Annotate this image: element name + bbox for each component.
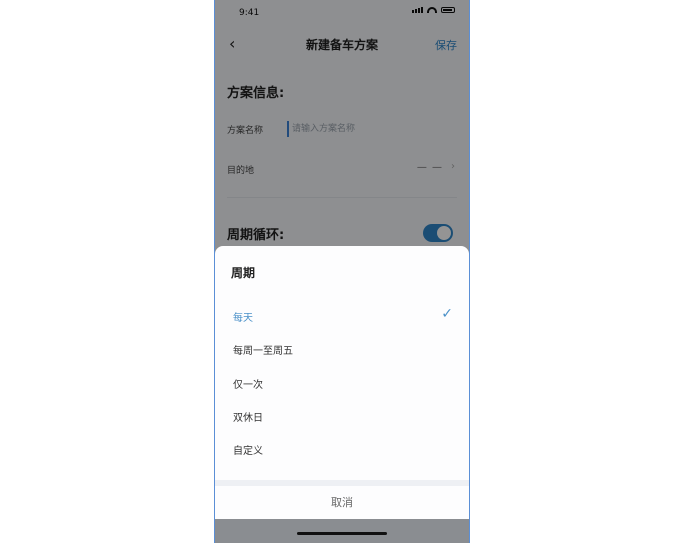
option-custom[interactable]: 自定义 (215, 434, 469, 464)
bottom-safe-area (215, 519, 469, 543)
option-once[interactable]: 仅一次 (215, 368, 469, 398)
option-label: 每周一至周五 (233, 346, 293, 357)
cancel-label: 取消 (331, 496, 353, 509)
home-indicator[interactable] (297, 532, 387, 535)
sheet-title: 周期 (231, 266, 256, 280)
phone-screen: 9:41 ‹ 新建备车方案 保存 方案信息: 方案名称 目的地 — — › 周期… (214, 0, 470, 543)
period-action-sheet: 周期 每天 ✓ 每周一至周五 仅一次 双休日 自定义 (215, 246, 469, 480)
cancel-button[interactable]: 取消 (215, 486, 469, 522)
option-label: 自定义 (233, 446, 263, 457)
option-daily[interactable]: 每天 ✓ (215, 301, 469, 331)
option-label: 双休日 (233, 413, 263, 424)
checkmark-icon: ✓ (441, 306, 453, 322)
option-label: 仅一次 (233, 380, 263, 391)
option-weekdays[interactable]: 每周一至周五 (215, 334, 469, 364)
option-label: 每天 (233, 313, 253, 324)
option-weekends[interactable]: 双休日 (215, 401, 469, 431)
